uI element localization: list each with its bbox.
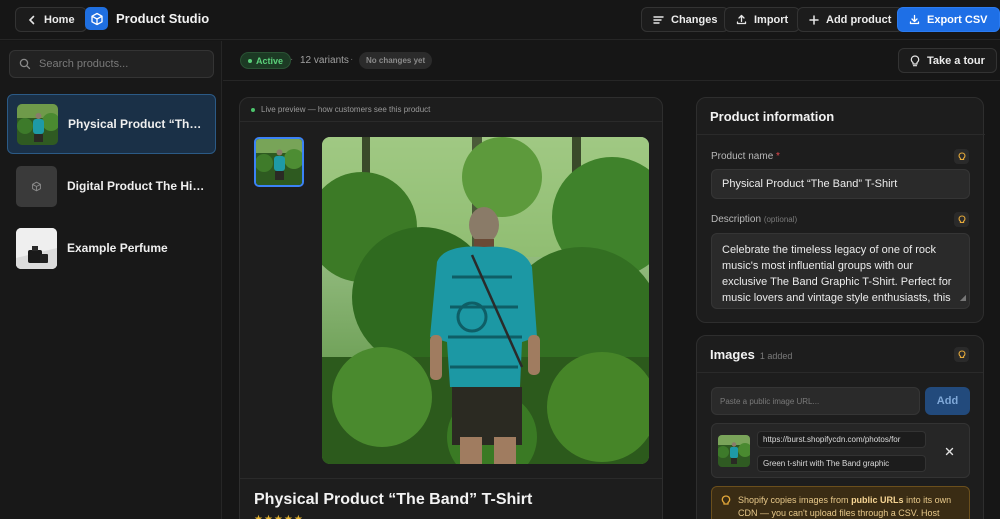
separator-dot: · xyxy=(290,54,294,65)
gallery-thumbnail[interactable] xyxy=(254,137,304,187)
sidebar-item-physical-product[interactable]: Physical Product “The B… xyxy=(7,94,216,154)
app-title: Product Studio xyxy=(116,11,210,26)
search-box[interactable] xyxy=(9,50,214,78)
images-tip-button[interactable] xyxy=(954,347,969,362)
description-label-text: Description xyxy=(711,214,762,225)
card-divider xyxy=(697,134,985,135)
variant-count: 12 variants xyxy=(300,55,349,66)
name-tip-button[interactable] xyxy=(954,149,969,164)
resize-handle-icon[interactable]: ◢ xyxy=(960,290,966,306)
lightbulb-icon xyxy=(957,349,966,358)
card-title: Product information xyxy=(710,109,835,124)
status-label: Active xyxy=(256,55,284,66)
status-dot-icon xyxy=(248,58,252,63)
plus-icon xyxy=(809,14,819,25)
images-title-text: Images xyxy=(710,347,755,362)
download-icon xyxy=(909,14,920,25)
product-name-label: Product name * xyxy=(711,151,780,162)
rating-stars-icon: ★★★★★ xyxy=(254,514,304,519)
sidebar: Physical Product “The B… Digital Product… xyxy=(0,41,222,519)
images-count: 1 added xyxy=(759,351,793,361)
notice-prefix: Shopify copies images from xyxy=(738,495,852,505)
product-name-label-text: Product name xyxy=(711,151,774,162)
live-preview-panel: Live preview — how customers see this pr… xyxy=(239,97,663,519)
product-status-bar: Active · 12 variants · No changes yet Ta… xyxy=(223,41,1000,81)
chevron-left-icon xyxy=(28,15,35,24)
preview-product-title: Physical Product “The Band” T-Shirt xyxy=(254,491,533,508)
product-name: Example Perfume xyxy=(67,241,168,255)
optional-hint: (optional) xyxy=(763,215,798,224)
product-thumbnail xyxy=(16,165,57,207)
product-thumbnail xyxy=(17,103,58,145)
home-button[interactable]: Home xyxy=(15,7,87,32)
sidebar-item-digital-product[interactable]: Digital Product The Hist… xyxy=(7,156,216,216)
remove-image-button[interactable] xyxy=(941,443,957,459)
description-tip-button[interactable] xyxy=(954,212,969,227)
changes-label: Changes xyxy=(671,13,718,26)
description-textarea[interactable]: Celebrate the timeless legacy of one of … xyxy=(711,233,970,309)
preview-header-text: Live preview — how customers see this pr… xyxy=(261,105,431,114)
tour-label: Take a tour xyxy=(927,54,985,67)
product-name-field[interactable]: Physical Product “The Band” T-Shirt xyxy=(711,169,970,199)
images-card: Images 1 added Paste a public image URL..… xyxy=(696,335,984,519)
description-text: Celebrate the timeless legacy of one of … xyxy=(722,244,952,304)
take-a-tour-button[interactable]: Take a tour xyxy=(898,48,997,73)
add-product-button[interactable]: Add product xyxy=(797,7,904,32)
description-label: Description (optional) xyxy=(711,214,797,225)
image-row: https://burst.shopifycdn.com/photos/for … xyxy=(711,423,970,478)
app-logo-icon xyxy=(85,7,108,30)
preview-divider xyxy=(240,478,662,479)
image-thumbnail xyxy=(718,435,750,467)
search-icon xyxy=(19,58,31,70)
product-name: Digital Product The Hist… xyxy=(67,179,207,193)
home-label: Home xyxy=(44,13,75,26)
change-state-badge: No changes yet xyxy=(359,52,433,69)
changes-button[interactable]: Changes xyxy=(641,7,730,32)
import-label: Import xyxy=(754,13,789,26)
cdn-notice: Shopify copies images from public URLs i… xyxy=(711,486,970,519)
add-product-label: Add product xyxy=(826,13,892,26)
product-information-card: Product information Product name * Physi… xyxy=(696,97,985,323)
required-mark: * xyxy=(776,151,780,162)
status-badge: Active xyxy=(240,52,292,69)
product-name: Physical Product “The B… xyxy=(68,117,208,131)
lightbulb-icon xyxy=(910,54,920,66)
product-main-image xyxy=(322,137,649,464)
card-divider xyxy=(697,372,983,373)
sidebar-item-example-perfume[interactable]: Example Perfume xyxy=(7,218,216,278)
separator-dot: · xyxy=(350,54,354,65)
product-thumbnail xyxy=(16,227,57,269)
lightbulb-icon xyxy=(957,151,966,160)
export-csv-button[interactable]: Export CSV xyxy=(897,7,1000,32)
live-dot-icon xyxy=(251,107,255,112)
add-image-button[interactable]: Add xyxy=(925,387,970,415)
upload-icon xyxy=(736,14,747,25)
image-url-field[interactable]: https://burst.shopifycdn.com/photos/for xyxy=(757,431,926,448)
search-input[interactable] xyxy=(39,58,199,70)
images-title: Images 1 added xyxy=(710,347,792,362)
cube-icon xyxy=(32,181,41,191)
import-button[interactable]: Import xyxy=(724,7,801,32)
notice-bold: public URLs xyxy=(851,495,904,505)
image-url-input[interactable]: Paste a public image URL... xyxy=(711,387,920,415)
image-alt-field[interactable]: Green t-shirt with The Band graphic xyxy=(757,455,926,472)
lightbulb-icon xyxy=(721,495,731,505)
lightbulb-icon xyxy=(957,214,966,223)
top-bar: Home Product Studio Changes Import Add p… xyxy=(0,0,1000,40)
preview-header: Live preview — how customers see this pr… xyxy=(240,98,662,122)
export-label: Export CSV xyxy=(927,13,988,26)
list-icon xyxy=(653,15,664,24)
close-icon xyxy=(945,447,953,455)
